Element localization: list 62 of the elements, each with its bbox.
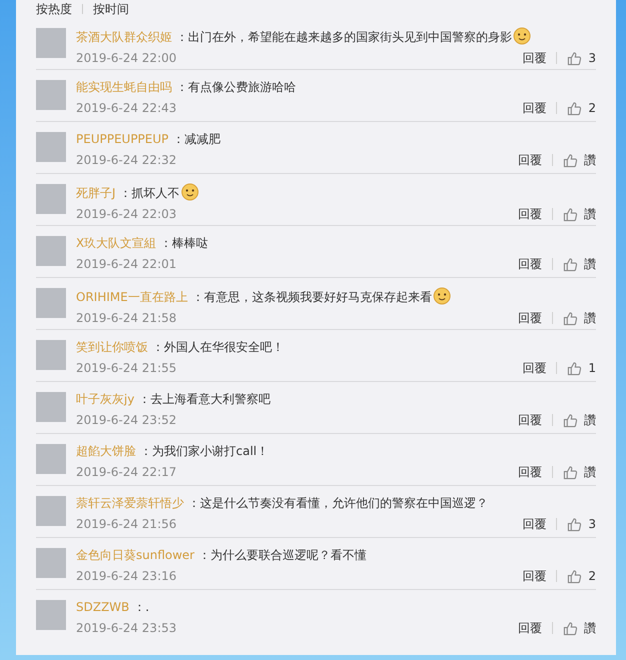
comment-text: ：外国人在华很安全吧！ bbox=[152, 340, 284, 354]
reply-link[interactable]: 回覆 bbox=[518, 620, 542, 636]
reply-link[interactable]: 回覆 bbox=[518, 152, 542, 168]
comment-text: ：棒棒哒 bbox=[160, 236, 208, 250]
reply-link[interactable]: 回覆 bbox=[522, 516, 546, 532]
reply-link[interactable]: 回覆 bbox=[522, 568, 546, 584]
comment-time: 2019-6-24 23:52 bbox=[76, 412, 176, 428]
like-count[interactable]: 讚 bbox=[584, 464, 596, 480]
thumbs-up-icon[interactable] bbox=[563, 412, 578, 428]
thumbs-up-icon[interactable] bbox=[567, 100, 582, 116]
comment-time: 2019-6-24 22:01 bbox=[76, 256, 176, 272]
like-count[interactable]: 2 bbox=[588, 568, 596, 584]
comment-text: ：出门在外，希望能在越来越多的国家街头见到中国警察的身影 bbox=[176, 30, 512, 44]
like-count[interactable]: 1 bbox=[588, 360, 596, 376]
like-count[interactable]: 讚 bbox=[584, 152, 596, 168]
comment-time: 2019-6-24 22:32 bbox=[76, 152, 176, 168]
comment-time: 2019-6-24 23:53 bbox=[76, 620, 176, 636]
sort-tab[interactable]: 按时间 bbox=[93, 3, 129, 15]
like-count[interactable]: 讚 bbox=[584, 412, 596, 428]
like-count[interactable]: 3 bbox=[588, 50, 596, 66]
thumbs-up-icon[interactable] bbox=[563, 152, 578, 168]
comment-time: 2019-6-24 22:17 bbox=[76, 464, 176, 480]
comment-text: ：有点像公费旅游哈哈 bbox=[176, 80, 296, 94]
thumbs-up-icon[interactable] bbox=[563, 464, 578, 480]
reply-link[interactable]: 回覆 bbox=[518, 464, 542, 480]
like-count[interactable]: 3 bbox=[588, 516, 596, 532]
reply-link[interactable]: 回覆 bbox=[518, 256, 542, 272]
comment-text: ：为什么要联合巡逻呢？看不懂 bbox=[198, 548, 366, 562]
thumbs-up-icon[interactable] bbox=[567, 516, 582, 532]
like-count[interactable]: 讚 bbox=[584, 206, 596, 222]
comment-text: ：有意思，这条视频我要好好马克保存起来看 bbox=[192, 290, 432, 304]
reply-link[interactable]: 回覆 bbox=[522, 50, 546, 66]
comment-text: ：减减肥 bbox=[172, 132, 221, 146]
comment-text: ：为我们家小谢打call！ bbox=[140, 444, 269, 458]
thumbs-up-icon[interactable] bbox=[563, 620, 578, 636]
comment-text: ：这是什么节奏没有看懂，允许他们的警察在中国巡逻？ bbox=[188, 496, 488, 510]
like-count[interactable]: 讚 bbox=[584, 620, 596, 636]
comment-time: 2019-6-24 21:56 bbox=[76, 516, 176, 532]
sort-tab[interactable]: 按热度 bbox=[36, 3, 72, 15]
reply-link[interactable]: 回覆 bbox=[518, 310, 542, 326]
comment-time: 2019-6-24 21:55 bbox=[76, 360, 176, 376]
reply-link[interactable]: 回覆 bbox=[518, 206, 542, 222]
like-count[interactable]: 2 bbox=[588, 100, 596, 116]
comment-time: 2019-6-24 21:58 bbox=[76, 310, 176, 326]
thumbs-up-icon[interactable] bbox=[563, 206, 578, 222]
comment-text: ：去上海看意大利警察吧 bbox=[138, 392, 270, 406]
thumbs-up-icon[interactable] bbox=[563, 310, 578, 326]
thumbs-up-icon[interactable] bbox=[567, 50, 582, 66]
like-count[interactable]: 讚 bbox=[584, 310, 596, 326]
thumbs-up-icon[interactable] bbox=[563, 256, 578, 272]
reply-link[interactable]: 回覆 bbox=[522, 100, 546, 116]
comment-text: ：抓坏人不 bbox=[120, 186, 180, 200]
comment-time: 2019-6-24 22:43 bbox=[76, 100, 176, 116]
comment-time: 2019-6-24 22:00 bbox=[76, 50, 176, 66]
comment-time: 2019-6-24 23:16 bbox=[76, 568, 176, 584]
reply-link[interactable]: 回覆 bbox=[518, 412, 542, 428]
comment-time: 2019-6-24 22:03 bbox=[76, 206, 176, 222]
thumbs-up-icon[interactable] bbox=[567, 360, 582, 376]
thumbs-up-icon[interactable] bbox=[567, 568, 582, 584]
reply-link[interactable]: 回覆 bbox=[522, 360, 546, 376]
comment-text: ：. bbox=[133, 600, 150, 614]
like-count[interactable]: 讚 bbox=[584, 256, 596, 272]
